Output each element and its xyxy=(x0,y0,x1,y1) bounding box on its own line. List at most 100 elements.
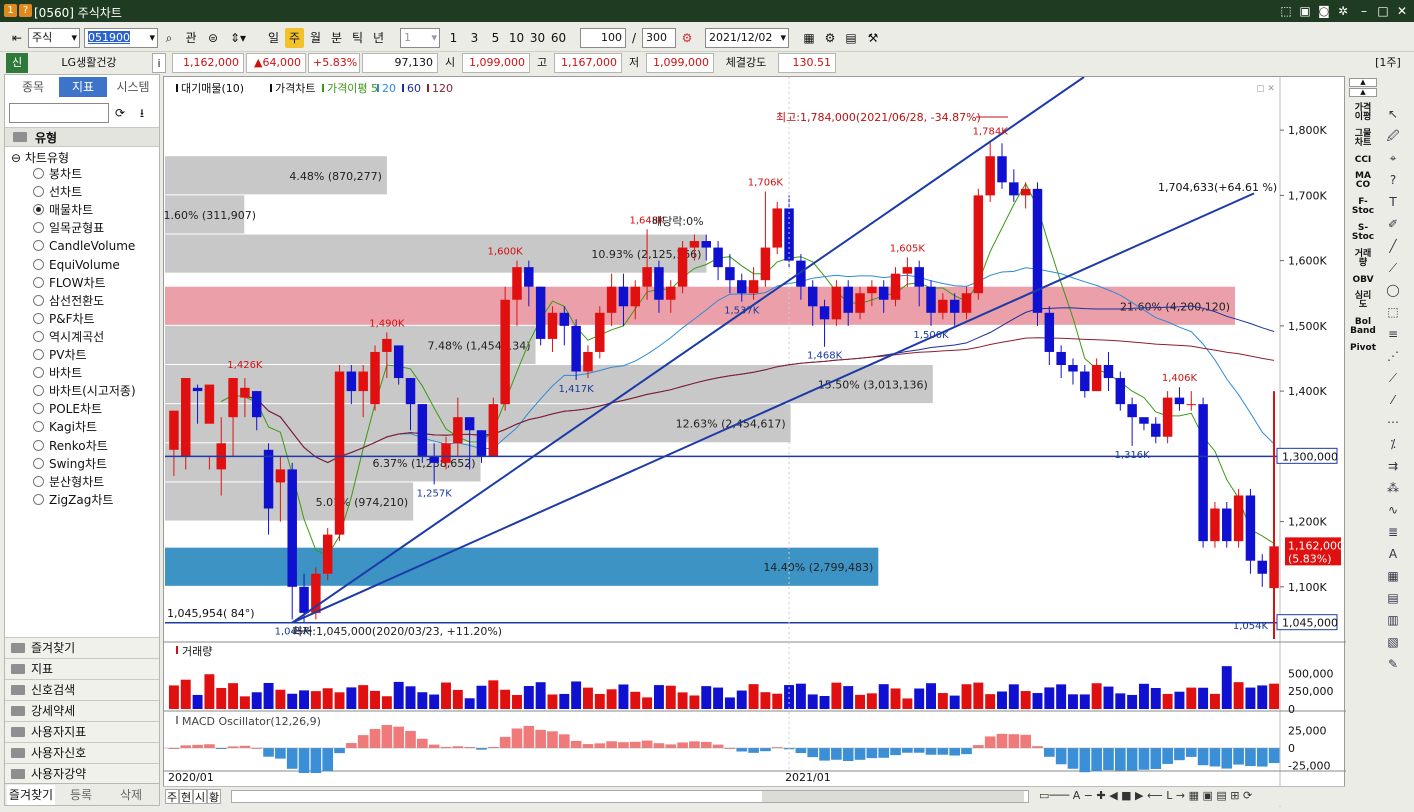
drawing-tool-icon[interactable]: ▦ xyxy=(1382,566,1404,586)
minimize-icon[interactable]: – xyxy=(1356,3,1372,19)
bottom-tab[interactable]: 황 xyxy=(207,789,221,804)
scrollbar-thumb[interactable] xyxy=(762,791,1024,802)
indicator-button[interactable]: Bol Band xyxy=(1349,318,1377,336)
chart-type-option[interactable]: 봉차트 xyxy=(33,165,82,183)
chart-type-option[interactable]: 바차트(시고저종) xyxy=(33,382,136,400)
bottom-tab[interactable]: 시 xyxy=(193,789,207,804)
radio-icon[interactable] xyxy=(33,240,44,252)
radio-icon[interactable] xyxy=(33,493,44,505)
drawing-tool-icon[interactable]: ◯ xyxy=(1382,280,1404,300)
download-icon[interactable]: ⭳ xyxy=(133,103,151,123)
chart-type-option[interactable]: EquiVolume xyxy=(33,256,120,274)
search-icon[interactable]: ⌕ xyxy=(160,28,178,48)
zoom-controls[interactable]: ▭─── A − ✚ ◀ ■ ▶ ⟵ L → ▦ ▣ ▤ ⊞ ⟳ xyxy=(1039,789,1339,805)
chart-type-option[interactable]: CandleVolume xyxy=(33,237,135,255)
drawing-tool-icon[interactable]: ⬚ xyxy=(1382,302,1404,322)
period-tab[interactable]: 주 xyxy=(285,28,304,48)
horizontal-scrollbar[interactable] xyxy=(231,790,1029,803)
drawing-tool-icon[interactable]: ≡ xyxy=(1382,324,1404,344)
radio-icon[interactable] xyxy=(33,457,44,469)
radio-icon[interactable] xyxy=(33,294,44,306)
drawing-tool-icon[interactable]: ▤ xyxy=(1382,588,1404,608)
scroll-up-icon[interactable]: ▲ xyxy=(1349,88,1377,97)
chart-type-option[interactable]: 선차트 xyxy=(33,183,82,201)
chart-type-option[interactable]: PV차트 xyxy=(33,346,87,364)
radio-icon[interactable] xyxy=(33,168,44,179)
updown-icon[interactable]: ⇕▾ xyxy=(226,28,250,48)
chart-type-option[interactable]: 바차트 xyxy=(33,364,82,382)
chart-type-option[interactable]: 매물차트 xyxy=(33,201,93,219)
tree-root[interactable]: ⊖ 차트유형 xyxy=(11,149,69,166)
chart-type-option[interactable]: 분산형차트 xyxy=(33,473,104,491)
radio-icon[interactable] xyxy=(33,403,44,415)
market-select[interactable]: 주식 ▾ xyxy=(28,28,80,48)
interval-button[interactable]: 3 xyxy=(465,28,484,48)
drawing-tool-icon[interactable]: ✐ xyxy=(1382,214,1404,234)
drawing-tool-icon[interactable]: ⋰ xyxy=(1382,346,1404,366)
drawing-tool-icon[interactable]: ⟋ xyxy=(1382,258,1404,278)
chart-type-option[interactable]: FLOW차트 xyxy=(33,274,106,292)
drawing-tool-icon[interactable]: ≣ xyxy=(1382,522,1404,542)
close-icon[interactable]: ✕ xyxy=(1394,3,1410,19)
total-input[interactable]: 300 xyxy=(642,28,676,48)
period-tab[interactable]: 분 xyxy=(327,28,346,48)
indicator-button[interactable]: OBV xyxy=(1349,276,1377,285)
drawing-tool-icon[interactable]: ⋯ xyxy=(1382,412,1404,432)
chart-area[interactable]: 4.48% (870,277) 1.60% (311,907) 10.93% (2,… xyxy=(163,76,1346,807)
radio-icon[interactable] xyxy=(33,349,44,360)
first-icon[interactable]: ⇤ xyxy=(8,28,26,48)
save-icon[interactable]: ▤ xyxy=(842,28,860,48)
gear-icon[interactable]: ✲ xyxy=(1335,3,1351,19)
chart-type-option[interactable]: Renko차트 xyxy=(33,437,108,455)
chart-type-option[interactable]: ZigZag차트 xyxy=(33,491,113,509)
indicator-button[interactable]: 그물 차트 xyxy=(1349,130,1377,148)
drawing-tool-icon[interactable]: ✎ xyxy=(1382,654,1404,674)
panel-section[interactable]: 강세약세 xyxy=(5,700,159,721)
period-tab[interactable]: 틱 xyxy=(348,28,367,48)
tools-icon[interactable]: ⚒ xyxy=(864,28,882,48)
drawing-tool-icon[interactable]: ⁂ xyxy=(1382,478,1404,498)
panel-section[interactable]: 사용자신호 xyxy=(5,742,159,763)
drawing-tool-icon[interactable]: ⁄ xyxy=(1382,390,1404,410)
drawing-tool-icon[interactable]: T xyxy=(1382,192,1404,212)
refresh-icon[interactable]: ⟳ xyxy=(111,103,129,123)
radio-icon[interactable] xyxy=(33,385,44,397)
window-link-icon[interactable]: ⬚ xyxy=(1278,3,1294,19)
interval-button[interactable]: 30 xyxy=(528,28,547,48)
indicator-button[interactable]: CCI xyxy=(1349,156,1377,165)
chart-canvas[interactable]: 4.48% (870,277)1.60% (311,907)10.93% (2,… xyxy=(163,76,1346,807)
drawing-tool-icon[interactable]: ▥ xyxy=(1382,610,1404,630)
chart-type-option[interactable]: POLE차트 xyxy=(33,400,102,418)
radio-icon[interactable] xyxy=(33,421,44,433)
chart-type-option[interactable]: 일목균형표 xyxy=(33,219,104,237)
indicator-button[interactable]: 가격 이평 xyxy=(1349,104,1377,122)
chart-type-option[interactable]: P&F차트 xyxy=(33,310,95,328)
indicator-button[interactable]: 심리 도 xyxy=(1349,292,1377,310)
help-icon[interactable]: ? xyxy=(19,4,32,17)
radio-icon[interactable] xyxy=(33,475,44,487)
left-tab[interactable]: 종목 xyxy=(9,77,57,97)
radio-icon[interactable] xyxy=(33,312,44,324)
footer-button[interactable]: 등록 xyxy=(57,785,105,805)
panel-section[interactable]: 지표 xyxy=(5,658,159,679)
bottom-tab[interactable]: 현 xyxy=(179,789,193,804)
drawing-tool-icon[interactable]: ⁒ xyxy=(1382,434,1404,454)
drawing-tool-icon[interactable]: ⟋ xyxy=(1382,368,1404,388)
drawing-tool-icon[interactable]: ∿ xyxy=(1382,500,1404,520)
interval-button[interactable]: 1 xyxy=(444,28,463,48)
settings-icon[interactable]: ⚙ xyxy=(678,28,696,48)
indicator-button[interactable]: S- Stoc xyxy=(1349,224,1377,242)
interval-select[interactable]: 1 ▾ xyxy=(400,28,440,48)
maximize-icon[interactable]: □ xyxy=(1375,3,1391,19)
drawing-tool-icon[interactable]: ⇉ xyxy=(1382,456,1404,476)
left-tab[interactable]: 지표 xyxy=(59,77,107,97)
indicator-button[interactable]: 거래 량 xyxy=(1349,250,1377,268)
kwan-button[interactable]: 관 xyxy=(182,28,200,48)
indicator-button[interactable]: F- Stoc xyxy=(1349,198,1377,216)
radio-icon[interactable] xyxy=(33,186,44,198)
refresh-icon[interactable]: ⊜ xyxy=(204,28,222,48)
interval-button[interactable]: 60 xyxy=(549,28,568,48)
period-tab[interactable]: 일 xyxy=(264,28,283,48)
drawing-tool-icon[interactable]: ? xyxy=(1382,170,1404,190)
config-icon[interactable]: ⚙ xyxy=(821,28,839,48)
